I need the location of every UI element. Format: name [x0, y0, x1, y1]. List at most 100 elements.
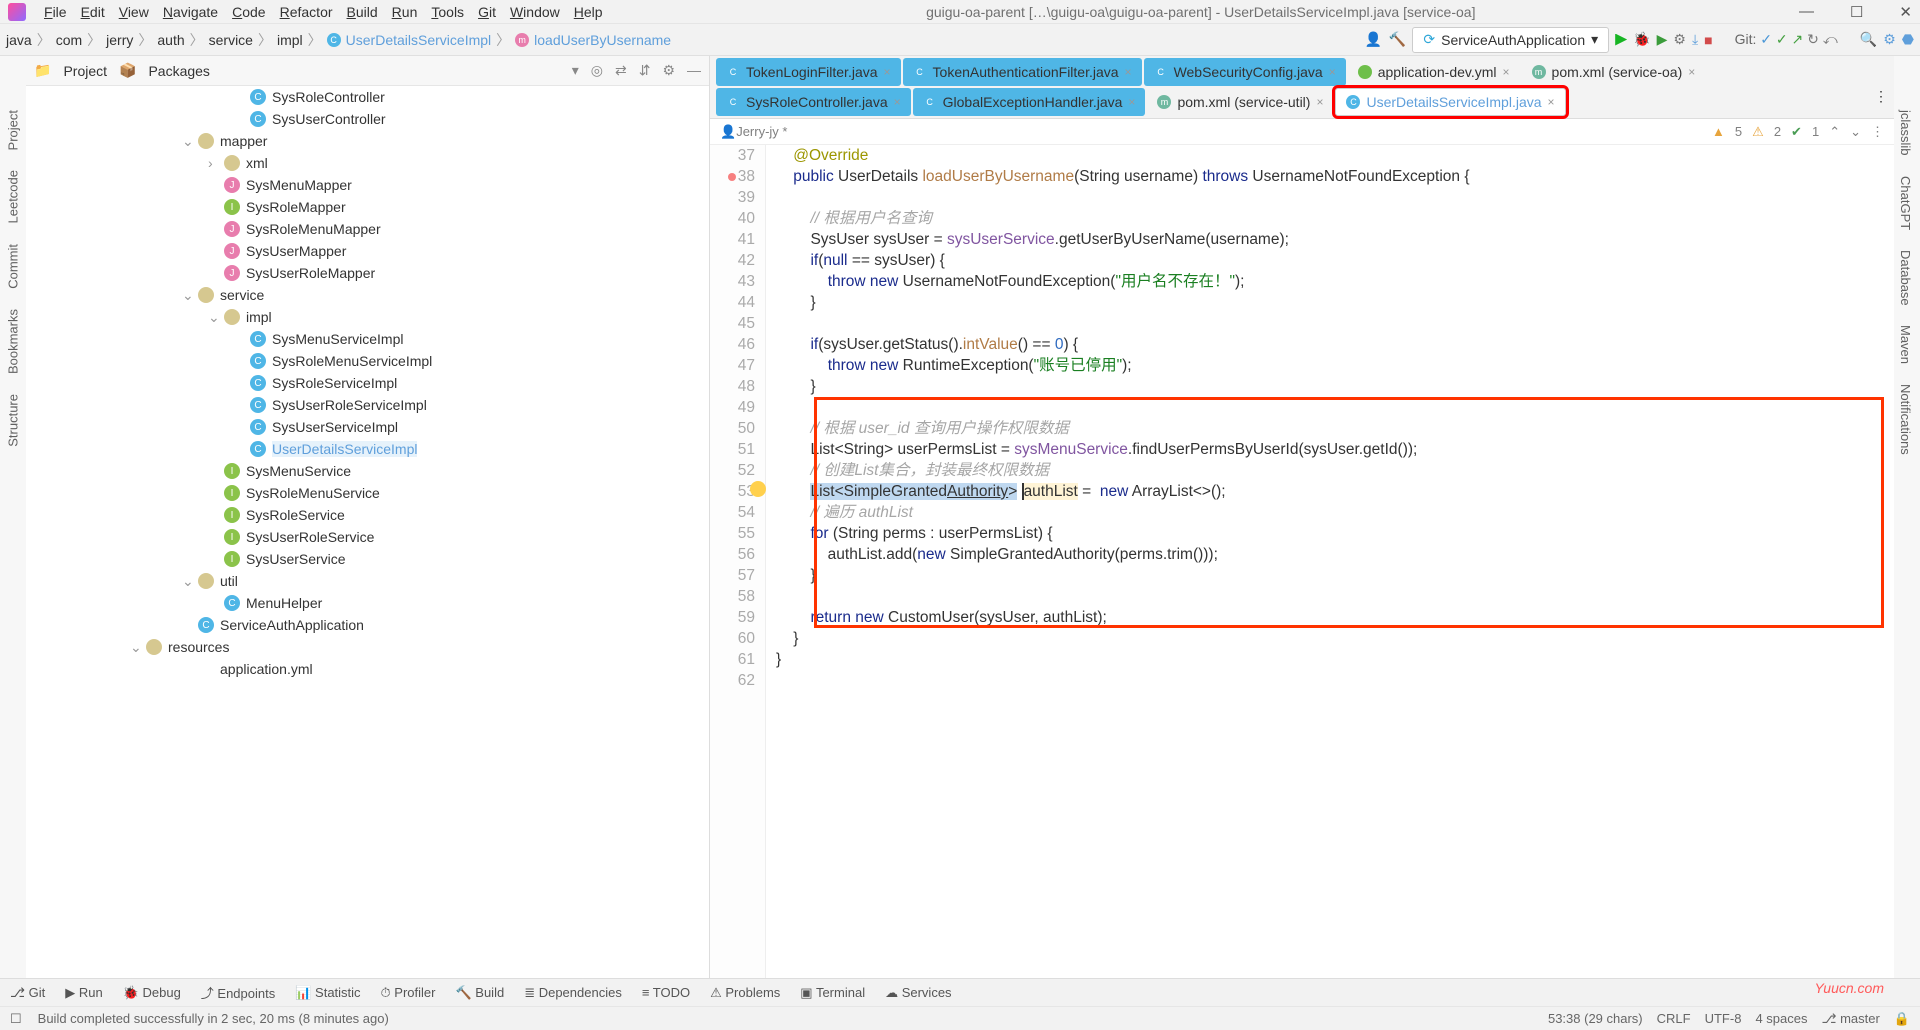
editor-tab[interactable]: CGlobalExceptionHandler.java×	[913, 88, 1146, 116]
menu-run[interactable]: Run	[392, 4, 418, 20]
stop-icon[interactable]: ■	[1704, 32, 1712, 48]
tree-item[interactable]: ISysRoleMapper	[26, 196, 709, 218]
close-tab-icon[interactable]: ×	[894, 95, 901, 109]
history-icon[interactable]: ↻	[1807, 31, 1819, 47]
avatar-icon[interactable]: ⬣	[1902, 31, 1914, 48]
tree-item[interactable]: CSysRoleServiceImpl	[26, 372, 709, 394]
tool-problems[interactable]: ⚠ Problems	[710, 985, 780, 1001]
tree-item[interactable]: ⌄mapper	[26, 130, 709, 152]
run-user-icon[interactable]: 👤	[1364, 31, 1382, 49]
close-tab-icon[interactable]: ×	[1503, 65, 1510, 79]
minimize-icon[interactable]: —	[1799, 3, 1814, 21]
lock-icon[interactable]: 🔒	[1894, 1011, 1910, 1027]
tool-chatgpt[interactable]: ChatGPT	[1894, 166, 1917, 240]
tool-project[interactable]: Project	[0, 100, 26, 160]
tool-terminal[interactable]: ▣ Terminal	[800, 985, 865, 1001]
code-area[interactable]: 3738394041424344454647484950515253545556…	[710, 145, 1894, 978]
editor-tab[interactable]: CWebSecurityConfig.java×	[1144, 58, 1346, 86]
project-tree[interactable]: CSysRoleControllerCSysUserController⌄map…	[26, 86, 709, 978]
warn-icon[interactable]: ▲	[1712, 124, 1725, 139]
tool-git[interactable]: ⎇ Git	[10, 985, 45, 1001]
hammer-icon[interactable]: 🔨	[1388, 31, 1406, 49]
tree-item[interactable]: ⌄service	[26, 284, 709, 306]
tree-item[interactable]: ⌄impl	[26, 306, 709, 328]
menu-file[interactable]: File	[44, 4, 67, 20]
target-icon[interactable]: ◎	[591, 62, 603, 79]
menu-help[interactable]: Help	[574, 4, 603, 20]
close-tab-icon[interactable]: ×	[1548, 95, 1555, 109]
menu-git[interactable]: Git	[478, 4, 496, 20]
tool-profiler[interactable]: ⏱ Profiler	[381, 985, 436, 1001]
tool-commit[interactable]: Commit	[0, 234, 26, 299]
packages-label[interactable]: Packages	[148, 63, 209, 79]
menu-tools[interactable]: Tools	[431, 4, 464, 20]
tool-structure[interactable]: Structure	[0, 384, 26, 457]
tree-item[interactable]: CSysMenuServiceImpl	[26, 328, 709, 350]
debug-icon[interactable]: 🐞	[1633, 31, 1650, 48]
menu-edit[interactable]: Edit	[81, 4, 105, 20]
tool-dependencies[interactable]: ≣ Dependencies	[524, 985, 622, 1001]
menu-refactor[interactable]: Refactor	[280, 4, 333, 20]
hide-icon[interactable]: —	[687, 62, 701, 79]
tree-item[interactable]: ›xml	[26, 152, 709, 174]
tree-item[interactable]: CSysUserRoleServiceImpl	[26, 394, 709, 416]
editor-tab[interactable]: mpom.xml (service-util)×	[1147, 88, 1333, 116]
cursor-pos[interactable]: 53:38 (29 chars)	[1548, 1011, 1643, 1027]
tool-leetcode[interactable]: Leetcode	[0, 160, 26, 234]
coverage-icon[interactable]: ▶	[1657, 31, 1668, 48]
tool-jclasslib[interactable]: jclasslib	[1894, 100, 1917, 166]
tree-item[interactable]: CSysRoleMenuServiceImpl	[26, 350, 709, 372]
down-icon[interactable]: ⌄	[1850, 124, 1861, 140]
branch-icon[interactable]: ⎇ master	[1821, 1011, 1879, 1027]
collapse-icon[interactable]: ⇵	[639, 62, 651, 79]
close-tab-icon[interactable]: ×	[1316, 95, 1323, 109]
editor-tab[interactable]: CTokenLoginFilter.java×	[716, 58, 901, 86]
update-icon[interactable]: ✓	[1760, 31, 1772, 47]
menu-code[interactable]: Code	[232, 4, 265, 20]
tool-maven[interactable]: Maven	[1894, 315, 1917, 374]
editor-tab[interactable]: CUserDetailsServiceImpl.java×	[1335, 88, 1565, 116]
tool-services[interactable]: ☁ Services	[885, 985, 951, 1001]
tree-item[interactable]: ISysMenuService	[26, 460, 709, 482]
more-icon[interactable]: ⋮	[1871, 124, 1884, 140]
close-tab-icon[interactable]: ×	[1128, 95, 1135, 109]
tree-item[interactable]: CSysUserServiceImpl	[26, 416, 709, 438]
tool-database[interactable]: Database	[1894, 240, 1917, 316]
editor-tab[interactable]: CSysRoleController.java×	[716, 88, 911, 116]
info-icon[interactable]: ⚠	[1752, 124, 1764, 140]
profiler-icon[interactable]: ⚙	[1673, 31, 1686, 48]
run-config-select[interactable]: ⟳ ServiceAuthApplication ▾	[1412, 27, 1609, 53]
close-tab-icon[interactable]: ×	[1125, 65, 1132, 79]
menu-view[interactable]: View	[119, 4, 149, 20]
tool-notifications[interactable]: Notifications	[1894, 374, 1917, 465]
push-icon[interactable]: ↗	[1792, 31, 1804, 47]
tree-item[interactable]: CSysUserController	[26, 108, 709, 130]
search-icon[interactable]: 🔍	[1860, 31, 1877, 48]
tree-item[interactable]: ISysRoleMenuService	[26, 482, 709, 504]
tree-item[interactable]: ISysUserService	[26, 548, 709, 570]
tree-item[interactable]: application.yml	[26, 658, 709, 680]
indent[interactable]: 4 spaces	[1755, 1011, 1807, 1027]
editor-tab[interactable]: application-dev.yml×	[1348, 58, 1520, 86]
tree-item[interactable]: CMenuHelper	[26, 592, 709, 614]
tree-item[interactable]: ⌄resources	[26, 636, 709, 658]
tree-item[interactable]: ISysUserRoleService	[26, 526, 709, 548]
tool-endpoints[interactable]: ⤴ Endpoints	[201, 983, 275, 1002]
maximize-icon[interactable]: ☐	[1850, 3, 1863, 21]
tree-item[interactable]: JSysUserMapper	[26, 240, 709, 262]
attach-icon[interactable]: ⤓	[1692, 31, 1698, 48]
project-title[interactable]: Project	[63, 63, 107, 79]
ok-icon[interactable]: ✔	[1791, 124, 1802, 140]
tree-item[interactable]: CServiceAuthApplication	[26, 614, 709, 636]
menu-navigate[interactable]: Navigate	[163, 4, 218, 20]
editor-tab[interactable]: mpom.xml (service-oa)×	[1522, 58, 1706, 86]
tree-item[interactable]: CUserDetailsServiceImpl	[26, 438, 709, 460]
tree-item[interactable]: CSysRoleController	[26, 86, 709, 108]
tree-item[interactable]: ⌄util	[26, 570, 709, 592]
menu-window[interactable]: Window	[510, 4, 560, 20]
encoding[interactable]: UTF-8	[1705, 1011, 1742, 1027]
tree-item[interactable]: JSysUserRoleMapper	[26, 262, 709, 284]
eol[interactable]: CRLF	[1657, 1011, 1691, 1027]
up-icon[interactable]: ⌃	[1829, 124, 1840, 140]
expand-icon[interactable]: ⇄	[615, 62, 627, 79]
